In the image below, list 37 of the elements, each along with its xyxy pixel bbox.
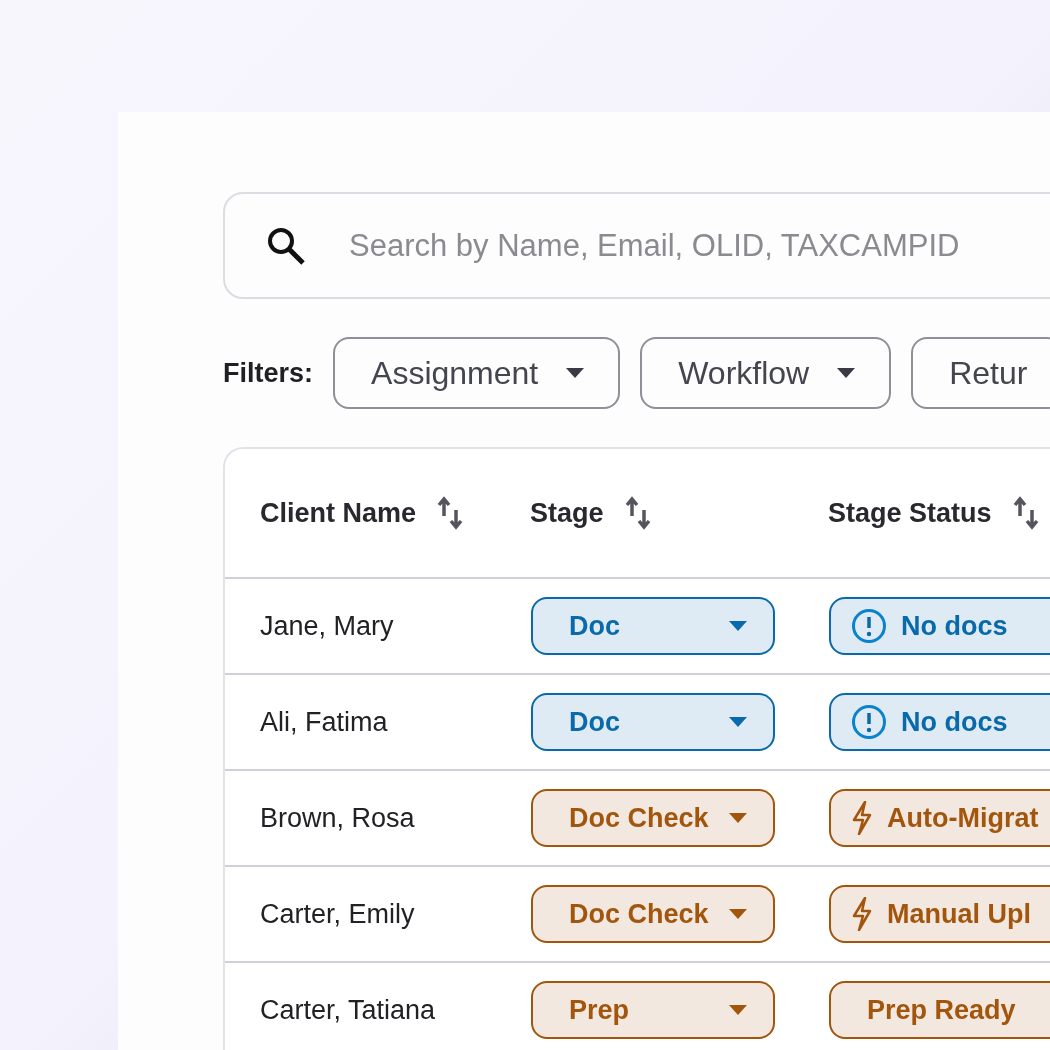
caret-icon: [729, 621, 747, 631]
sort-icon[interactable]: [1011, 496, 1040, 530]
status-badge: No docs: [829, 693, 1050, 751]
filter-dropdown[interactable]: Assignment: [333, 337, 621, 409]
status-badge: Auto-Migrat: [829, 789, 1050, 847]
caret-icon: [729, 717, 747, 727]
alert-icon: [851, 608, 887, 644]
client-name: Carter, Tatiana: [259, 994, 437, 1026]
client-name: Jane, Mary: [259, 610, 395, 642]
caret-icon: [729, 813, 747, 823]
sort-icon[interactable]: [623, 496, 652, 530]
stage-dropdown[interactable]: Doc: [531, 693, 775, 751]
status-badge: No docs: [829, 597, 1050, 655]
stage-dropdown[interactable]: Doc Check: [531, 789, 775, 847]
column-header: Stage: [530, 497, 604, 529]
stage-dropdown[interactable]: Doc Check: [531, 885, 775, 943]
column-header: Client Name: [260, 497, 417, 529]
lightning-icon: [851, 801, 873, 835]
lightning-icon: [851, 897, 873, 931]
caret-icon: [837, 368, 856, 378]
status-badge: Prep Ready: [829, 981, 1050, 1039]
stage-dropdown[interactable]: Doc: [531, 597, 775, 655]
caret-icon: [566, 368, 585, 378]
client-name: Ali, Fatima: [259, 706, 389, 738]
status-badge: Manual Upl: [829, 885, 1050, 943]
caret-icon: [729, 909, 747, 919]
caret-icon: [729, 1005, 747, 1015]
stage-dropdown[interactable]: Prep: [531, 981, 775, 1039]
search-input[interactable]: Search by Name, Email, OLID, TAXCAMPID: [347, 226, 1050, 265]
filter-dropdown[interactable]: Workflow: [640, 337, 892, 409]
filter-dropdown[interactable]: Retur: [911, 337, 1050, 409]
sort-icon[interactable]: [436, 496, 465, 530]
client-name: Carter, Emily: [259, 898, 416, 930]
alert-icon: [851, 704, 887, 740]
column-header: Stage Status: [828, 497, 992, 529]
filters-label: Filters:: [223, 357, 314, 389]
client-name: Brown, Rosa: [259, 802, 416, 834]
